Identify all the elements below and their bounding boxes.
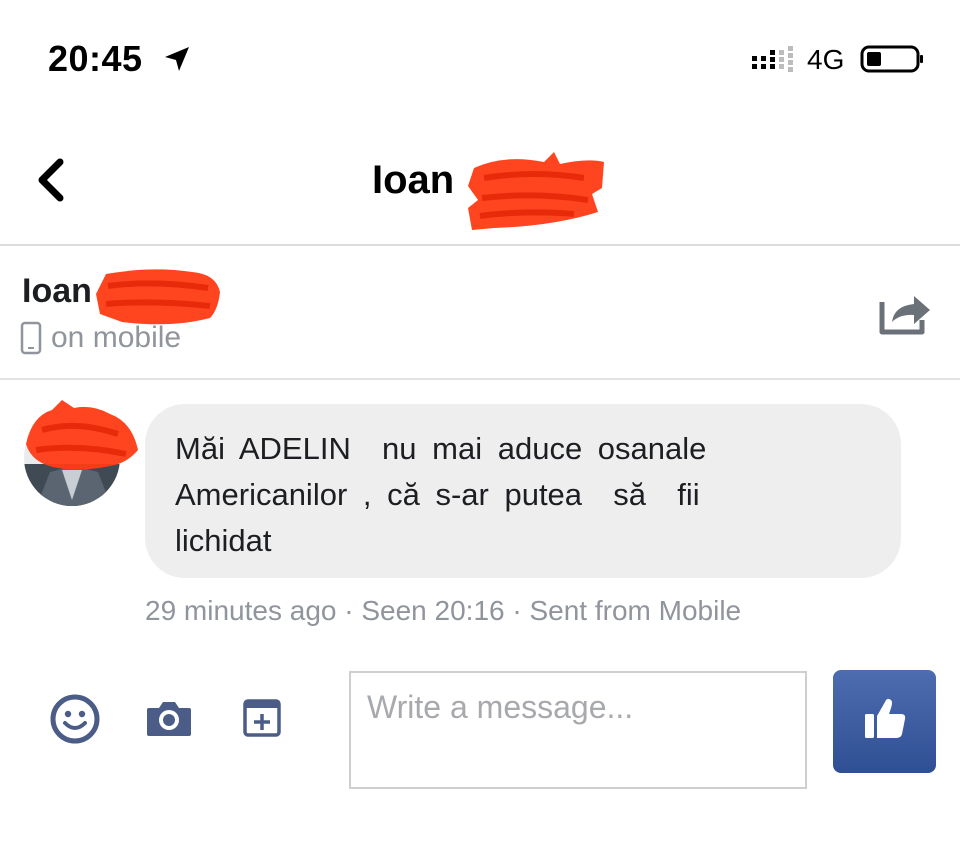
redaction-mark [468, 152, 604, 230]
back-button[interactable] [30, 154, 74, 206]
avatar[interactable] [22, 400, 140, 508]
contact-header: Ioan on mobile [0, 246, 960, 380]
sticker-icon[interactable] [242, 698, 282, 738]
presence-status: on mobile [51, 321, 182, 354]
network-label: 4G [807, 44, 845, 75]
navigation-bar: Ioan [0, 110, 960, 246]
mobile-phone-icon [20, 321, 42, 355]
battery-icon [860, 45, 923, 73]
signal-icon [752, 46, 793, 72]
message-input[interactable] [349, 671, 807, 789]
emoji-icon[interactable] [50, 694, 100, 744]
location-arrow-icon [165, 47, 189, 71]
message-bubble[interactable]: Măi ADELIN nu mai aduce osanale American… [145, 404, 901, 578]
camera-icon[interactable] [145, 698, 193, 738]
message-text: Măi ADELIN nu mai aduce osanale American… [175, 431, 707, 558]
thumbs-up-icon [865, 698, 906, 738]
status-time: 20:45 [48, 38, 143, 79]
conversation-title: Ioan [372, 158, 455, 202]
share-button[interactable] [878, 288, 932, 336]
contact-name[interactable]: Ioan [22, 272, 92, 311]
redaction-mark [96, 269, 220, 325]
like-button[interactable] [833, 670, 936, 773]
message-meta: 29 minutes ago · Seen 20:16 · Sent from … [145, 595, 742, 626]
status-bar: 20:45 4G [0, 0, 960, 110]
